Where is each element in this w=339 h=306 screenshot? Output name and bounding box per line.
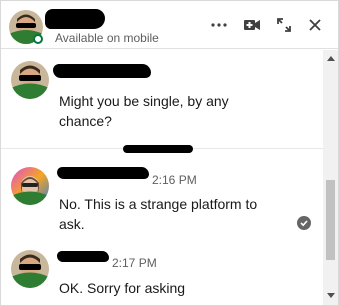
redacted-sender-name [57, 167, 149, 179]
availability-status: Available on mobile [55, 31, 159, 45]
video-call-icon [244, 20, 260, 30]
more-horizontal-icon [211, 23, 227, 27]
expand-window-button[interactable] [273, 14, 295, 36]
redacted-sender-name [53, 64, 151, 78]
avatar[interactable] [11, 167, 49, 205]
video-call-button[interactable] [241, 14, 263, 36]
redacted-name [45, 9, 105, 29]
scrollbar-thumb[interactable] [326, 180, 335, 260]
message-text: No. This is a strange platform to ask. [59, 196, 258, 232]
avatar[interactable] [11, 250, 49, 288]
redacted-date-separator [123, 145, 193, 153]
online-presence-indicator [33, 34, 43, 44]
conversation-header: Available on mobile [1, 1, 338, 49]
message-text: OK. Sorry for asking [59, 280, 186, 296]
message-list[interactable]: Might you be single, by any chance? 2:16… [1, 50, 323, 305]
avatar[interactable] [11, 61, 49, 99]
message-text: Might you be single, by any chance? [59, 93, 229, 129]
message-timestamp: 2:16 PM [152, 173, 197, 187]
scroll-up-arrow-icon[interactable] [327, 56, 335, 61]
message-timestamp: 2:17 PM [112, 256, 157, 270]
expand-icon [277, 18, 291, 32]
scroll-down-arrow-icon[interactable] [327, 293, 335, 298]
close-window-button[interactable] [304, 14, 326, 36]
messaging-window: Available on mobile Might you be single,… [0, 0, 339, 306]
more-options-button[interactable] [208, 14, 230, 36]
close-icon [309, 19, 321, 31]
check-circle-icon [297, 216, 311, 230]
redacted-sender-name [57, 251, 109, 262]
scrollbar[interactable] [323, 50, 338, 305]
